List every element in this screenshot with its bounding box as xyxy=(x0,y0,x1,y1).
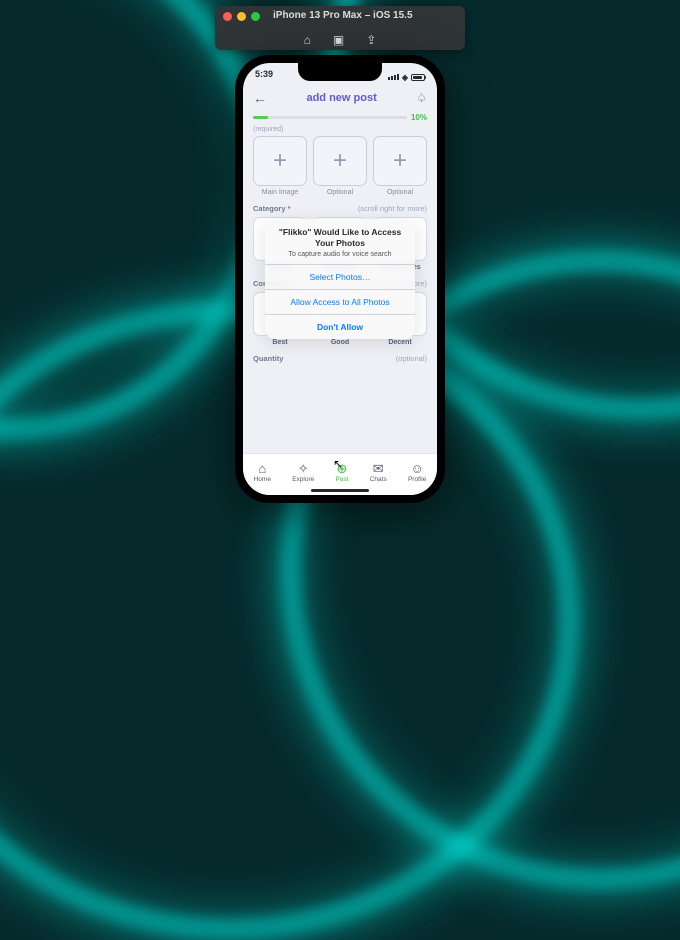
progress-bar xyxy=(253,116,407,119)
plus-icon: + xyxy=(273,147,287,175)
condition-decent-label: Decent xyxy=(373,339,427,346)
tab-explore[interactable]: ✧Explore xyxy=(292,462,314,483)
chat-icon: ✉ xyxy=(373,462,384,475)
condition-decent[interactable] xyxy=(373,292,427,336)
category-scroll-hint: (scroll right for more) xyxy=(358,204,427,213)
tab-home[interactable]: ⌂Home xyxy=(254,462,271,483)
battery-icon xyxy=(411,74,425,81)
category-daily-label: Daily use xyxy=(313,264,367,271)
upload-optional1-label: Optional xyxy=(313,189,367,196)
progress-percent: 10% xyxy=(411,113,427,122)
mouse-cursor-icon: ↖ xyxy=(333,457,343,471)
quantity-section-label: Quantity xyxy=(253,354,283,363)
tab-home-label: Home xyxy=(254,476,271,483)
compass-icon: ✧ xyxy=(298,462,309,475)
tab-chats-label: Chats xyxy=(370,476,387,483)
condition-good-label: Good xyxy=(313,339,367,346)
window-traffic-lights[interactable] xyxy=(223,12,260,21)
signal-icon xyxy=(388,74,399,80)
simulator-title: iPhone 13 Pro Max – iOS 15.5 xyxy=(273,10,413,21)
wifi-icon: ◈ xyxy=(402,73,408,82)
tab-post-label: Post xyxy=(335,476,348,483)
quantity-hint: (optional) xyxy=(396,354,427,363)
required-asterisk: * xyxy=(288,204,291,213)
close-dot[interactable] xyxy=(223,12,232,21)
page-title: add new post xyxy=(306,92,376,104)
screenshot-sim-icon[interactable]: ▣ xyxy=(333,33,344,47)
plus-icon: + xyxy=(333,147,347,175)
upload-main-image[interactable]: + xyxy=(253,136,307,186)
required-asterisk: * xyxy=(290,279,293,288)
category-row[interactable]: Books Daily use Accessories xyxy=(253,217,427,271)
tab-profile-label: Profile xyxy=(408,476,426,483)
upload-optional-2[interactable]: + xyxy=(373,136,427,186)
status-time: 5:39 xyxy=(255,69,273,85)
condition-best-label: Best xyxy=(253,339,307,346)
category-daily-use[interactable] xyxy=(313,217,367,261)
plus-icon: + xyxy=(393,147,407,175)
tab-explore-label: Explore xyxy=(292,476,314,483)
upload-optional2-label: Optional xyxy=(373,189,427,196)
upload-optional-1[interactable]: + xyxy=(313,136,367,186)
category-acc-label: Accessories xyxy=(373,264,427,271)
category-books[interactable] xyxy=(253,217,307,261)
home-sim-icon[interactable]: ⌂ xyxy=(304,33,311,47)
minimize-dot[interactable] xyxy=(237,12,246,21)
home-icon: ⌂ xyxy=(258,462,266,475)
condition-row[interactable]: Best Good Decent xyxy=(253,292,427,346)
home-indicator[interactable] xyxy=(311,489,369,492)
condition-good[interactable] xyxy=(313,292,367,336)
category-accessories[interactable] xyxy=(373,217,427,261)
required-hint: (required) xyxy=(253,126,427,133)
condition-best[interactable] xyxy=(253,292,307,336)
user-icon: ☺ xyxy=(411,462,424,475)
share-sim-icon[interactable]: ⇪ xyxy=(366,33,376,47)
category-section-label: Category xyxy=(253,204,286,213)
nav-bar: ← add new post ♤ xyxy=(243,85,437,111)
back-button[interactable]: ← xyxy=(253,90,267,106)
tab-chats[interactable]: ✉Chats xyxy=(370,462,387,483)
notifications-button[interactable]: ♤ xyxy=(416,91,427,105)
zoom-dot[interactable] xyxy=(251,12,260,21)
upload-main-label: Main Image xyxy=(253,189,307,196)
simulator-titlebar: iPhone 13 Pro Max – iOS 15.5 ⌂ ▣ ⇪ xyxy=(215,6,465,50)
tab-profile[interactable]: ☺Profile xyxy=(408,462,426,483)
condition-section-label: Condition xyxy=(253,279,288,288)
device-notch xyxy=(298,63,382,81)
category-books-label: Books xyxy=(253,264,307,271)
condition-scroll-hint: (scroll right for more) xyxy=(358,279,427,288)
iphone-device-frame: 5:39 ◈ ← add new post ♤ 10% (required) +… xyxy=(235,55,445,503)
